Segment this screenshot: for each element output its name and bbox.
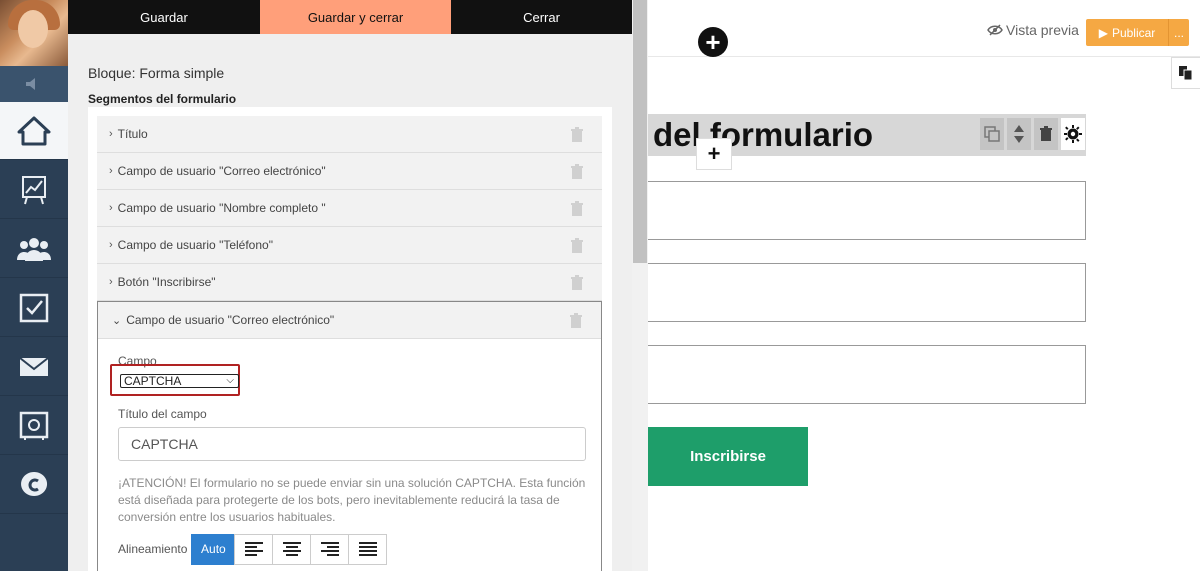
app-root: Guardar Guardar y cerrar Cerrar Bloque: … (0, 0, 1200, 571)
chart-icon[interactable] (0, 161, 68, 219)
trash-icon[interactable] (1034, 118, 1058, 150)
chevron-right-icon: › (109, 239, 113, 251)
publish-more-button[interactable]: ... (1169, 19, 1189, 46)
segment-item-fullname[interactable]: › Campo de usuario "Nombre completo " (97, 190, 602, 227)
trash-icon[interactable] (570, 238, 584, 254)
save-button[interactable]: Guardar (68, 0, 260, 34)
avatar[interactable] (0, 0, 68, 66)
tasks-icon[interactable] (0, 279, 68, 337)
form-field-phone[interactable] (648, 345, 1086, 404)
segment-item-button[interactable]: › Botón "Inscribirse" (97, 264, 602, 301)
move-icon[interactable] (1007, 118, 1031, 150)
align-right-icon[interactable] (310, 533, 350, 565)
form-field-email[interactable] (648, 181, 1086, 240)
segment-label: Título (117, 127, 148, 141)
title-field-input[interactable]: CAPTCHA (118, 427, 586, 461)
play-icon: ▶ (1098, 25, 1108, 40)
trash-icon[interactable] (570, 127, 584, 143)
publish-label: Publicar (1111, 25, 1156, 40)
block-tools (980, 118, 1088, 150)
chat-icon[interactable] (0, 456, 68, 514)
segment-expanded: ⌄ Campo de usuario "Correo electrónico" … (97, 301, 602, 571)
trash-icon[interactable] (570, 275, 584, 291)
scrollbar-thumb[interactable] (633, 0, 647, 263)
alignment-row: Alineamiento Auto (118, 533, 388, 565)
preview-button[interactable]: Vista previa (987, 22, 1079, 38)
users-icon[interactable] (0, 220, 68, 278)
captcha-warning: ¡ATENCIÓN! El formulario no se puede env… (118, 476, 586, 524)
field-select-value: CAPTCHA (124, 374, 182, 388)
chevron-right-icon: › (109, 202, 113, 214)
form-heading: del formulario (653, 116, 874, 153)
copy-icon[interactable] (980, 118, 1004, 150)
editor-panel: Guardar Guardar y cerrar Cerrar Bloque: … (68, 0, 632, 571)
chevron-right-icon: › (109, 165, 113, 177)
save-close-button[interactable]: Guardar y cerrar (260, 0, 451, 34)
home-icon[interactable] (0, 102, 68, 160)
copy-pages-icon[interactable] (1171, 57, 1200, 89)
insert-block-button[interactable]: + (696, 138, 732, 170)
page-canvas: + Vista previa ▶ Publicar ... del formul… (648, 0, 1200, 571)
chevron-down-icon: ⌵ (226, 375, 234, 386)
segment-label: Campo de usuario "Correo electrónico" (126, 313, 335, 327)
segment-item-email[interactable]: › Campo de usuario "Correo electrónico" (97, 153, 602, 190)
field-select[interactable]: CAPTCHA ⌵ (120, 374, 239, 388)
chevron-down-icon: ⌄ (112, 314, 122, 327)
segments-list: › Título › Campo de usuario "Correo elec… (88, 107, 612, 571)
speaker-mute-icon[interactable] (0, 66, 68, 102)
mail-icon[interactable] (0, 338, 68, 396)
chevron-right-icon: › (109, 276, 113, 288)
segment-label: Campo de usuario "Correo electrónico" (117, 164, 326, 178)
align-justify-icon[interactable] (348, 533, 388, 565)
segment-label: Campo de usuario "Nombre completo " (117, 201, 326, 215)
title-field-label: Título del campo (118, 407, 207, 421)
panel-toolbar: Guardar Guardar y cerrar Cerrar (68, 0, 632, 34)
chevron-right-icon: › (109, 128, 113, 140)
safe-icon[interactable] (0, 397, 68, 455)
close-button[interactable]: Cerrar (451, 0, 632, 34)
field-select-highlight: CAPTCHA ⌵ (110, 364, 240, 396)
publish-group: ▶ Publicar ... (1086, 19, 1189, 46)
segment-item-phone[interactable]: › Campo de usuario "Teléfono" (97, 227, 602, 264)
segments-title: Segmentos del formulario (88, 92, 237, 106)
align-auto-button[interactable]: Auto (191, 533, 236, 565)
trash-icon[interactable] (570, 201, 584, 217)
panel-scrollbar[interactable] (632, 0, 648, 571)
align-center-icon[interactable] (272, 533, 312, 565)
segment-expanded-header[interactable]: ⌄ Campo de usuario "Correo electrónico" (98, 302, 601, 339)
form-field-name[interactable] (648, 263, 1086, 322)
publish-button[interactable]: ▶ Publicar (1086, 19, 1169, 46)
segment-label: Botón "Inscribirse" (117, 275, 216, 289)
segment-label: Campo de usuario "Teléfono" (117, 238, 273, 252)
left-nav (0, 0, 68, 571)
trash-icon[interactable] (570, 164, 584, 180)
align-left-icon[interactable] (234, 533, 274, 565)
gear-icon[interactable] (1061, 118, 1085, 150)
preview-label: Vista previa (1006, 22, 1079, 38)
eye-icon (987, 24, 1003, 36)
add-block-icon[interactable]: + (698, 27, 728, 57)
block-title: Bloque: Forma simple (88, 65, 225, 81)
trash-icon[interactable] (569, 313, 583, 329)
segment-item-title[interactable]: › Título (97, 116, 602, 153)
subscribe-button[interactable]: Inscribirse (648, 427, 808, 486)
alignment-label: Alineamiento (118, 542, 188, 556)
